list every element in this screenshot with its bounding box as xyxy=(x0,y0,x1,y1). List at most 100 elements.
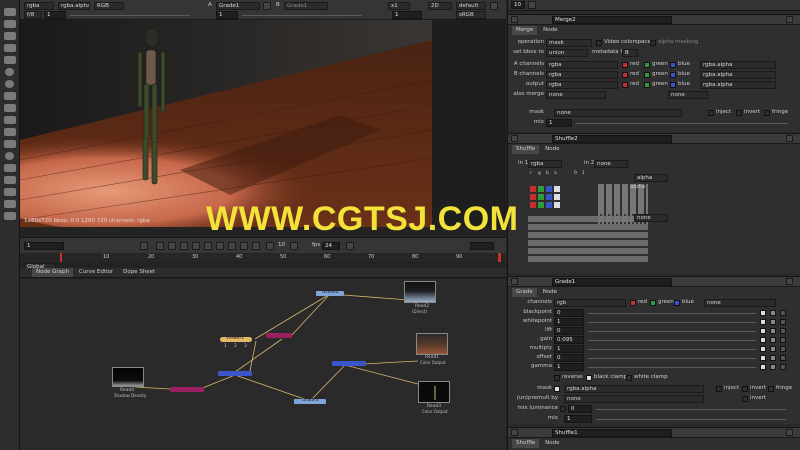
mix-luminance-checkbox[interactable] xyxy=(560,406,566,412)
keyer-icon[interactable] xyxy=(3,92,16,100)
tab-node[interactable]: Node xyxy=(541,145,563,154)
grade-mix-field[interactable]: 1 xyxy=(564,415,592,423)
red-checkbox[interactable] xyxy=(622,62,628,68)
grade-row-field[interactable]: 1 xyxy=(554,345,584,353)
draw-icon[interactable] xyxy=(3,32,16,40)
mask-dropdown[interactable]: none xyxy=(554,109,682,117)
merge-icon[interactable] xyxy=(3,104,16,112)
operation-dropdown[interactable]: mask xyxy=(546,39,592,47)
grade1-name-field[interactable]: Grade1 xyxy=(552,278,672,286)
tab-node[interactable]: Node xyxy=(539,288,561,297)
red-checkbox[interactable] xyxy=(622,82,628,88)
first-frame-button[interactable] xyxy=(156,242,164,250)
grade-row-color-picker[interactable] xyxy=(770,337,776,343)
grade-row-slider[interactable] xyxy=(588,358,756,359)
max-panels-field[interactable]: 10 xyxy=(511,1,525,9)
grade-row-color-swatch[interactable] xyxy=(760,328,766,334)
output1-dropdown[interactable]: alpha xyxy=(634,174,668,182)
grade-row-field[interactable]: 0.095 xyxy=(554,336,584,344)
merge2-name-field[interactable]: Merge2 xyxy=(552,16,672,24)
fps-field[interactable]: 24 xyxy=(322,242,340,250)
tab-shuffle[interactable]: Shuffle xyxy=(512,439,540,448)
grade-row-field[interactable]: 0 xyxy=(554,354,584,362)
frame-field[interactable]: 1 xyxy=(44,11,66,19)
colorspace-dropdown[interactable]: sRGB xyxy=(456,11,486,19)
unpremult-dropdown[interactable]: none xyxy=(564,395,704,403)
unpremult-invert-checkbox[interactable] xyxy=(742,396,748,402)
grade-row-color-swatch[interactable] xyxy=(760,337,766,343)
channel-row-dropdown[interactable]: rgba xyxy=(546,81,618,89)
green-checkbox[interactable] xyxy=(644,82,650,88)
grade-row-animation[interactable] xyxy=(780,346,786,352)
grade-row-color-picker[interactable] xyxy=(770,346,776,352)
grade-row-slider[interactable] xyxy=(588,340,756,341)
a-input-dropdown[interactable]: Grade1 xyxy=(216,2,260,10)
white-clamp-checkbox[interactable] xyxy=(626,375,632,381)
filter-icon[interactable] xyxy=(5,80,14,88)
timeline-ruler[interactable]: 10 20 30 40 50 60 70 80 90 xyxy=(20,253,506,262)
grade-row-animation[interactable] xyxy=(780,319,786,325)
tab-shuffle[interactable]: Shuffle xyxy=(512,145,540,154)
play-forward-button[interactable] xyxy=(216,242,224,250)
node-merge-magenta-1[interactable] xyxy=(266,333,292,338)
fringe-checkbox[interactable] xyxy=(764,110,770,116)
green-checkbox[interactable] xyxy=(644,62,650,68)
y-field[interactable]: 1 xyxy=(216,11,238,19)
read1-thumbnail[interactable] xyxy=(416,333,448,355)
last-frame-button[interactable] xyxy=(252,242,260,250)
grade-mask-dropdown[interactable]: rgba.alpha xyxy=(564,385,704,393)
grade-row-slider[interactable] xyxy=(588,367,756,368)
shuffle2-name-field[interactable]: Shuffle2 xyxy=(552,135,672,143)
mix-field[interactable]: 1 xyxy=(546,119,572,127)
step-forward-button[interactable] xyxy=(228,242,236,250)
black-clamp-checkbox[interactable] xyxy=(586,375,592,381)
green-checkbox[interactable] xyxy=(644,72,650,78)
grade-row-color-swatch[interactable] xyxy=(760,346,766,352)
reverse-checkbox[interactable] xyxy=(554,375,560,381)
alpha-channel-dropdown[interactable]: none xyxy=(704,299,776,307)
gizmo-icon[interactable] xyxy=(3,212,16,220)
channel-row-dropdown[interactable]: rgba xyxy=(546,61,618,69)
close-icon[interactable] xyxy=(786,278,793,285)
grade-row-animation[interactable] xyxy=(780,355,786,361)
shuffle-matrix-bottom[interactable] xyxy=(528,214,648,264)
toolsets-icon[interactable] xyxy=(3,176,16,184)
red-checkbox[interactable] xyxy=(630,300,636,306)
viewer-canvas[interactable]: 1280x720 bbox: 0 0 1280 720 channels: rg… xyxy=(20,20,506,227)
grade-row-color-picker[interactable] xyxy=(770,310,776,316)
grade-row-color-swatch[interactable] xyxy=(760,310,766,316)
grade-row-color-picker[interactable] xyxy=(770,364,776,370)
gain-field[interactable]: 1 xyxy=(392,11,422,19)
grade-mask-checkbox[interactable] xyxy=(554,386,560,392)
green-checkbox[interactable] xyxy=(650,300,656,306)
read4-thumbnail[interactable] xyxy=(112,367,144,387)
display-dropdown[interactable]: RGB xyxy=(94,2,124,10)
tab-node[interactable]: Node xyxy=(541,439,563,448)
stop-button[interactable] xyxy=(204,242,212,250)
grade-invert-checkbox[interactable] xyxy=(742,386,748,392)
end-frame-field[interactable] xyxy=(470,242,494,250)
tab-curve-editor[interactable]: Curve Editor xyxy=(75,268,117,277)
collapse-icon[interactable] xyxy=(511,429,518,436)
mix-luminance-slider[interactable] xyxy=(596,409,786,410)
grade-inject-checkbox[interactable] xyxy=(716,386,722,392)
channels-dropdown[interactable]: rgb xyxy=(554,299,626,307)
channel-dropdown[interactable]: rgba.alpha xyxy=(58,2,90,10)
wipe-button[interactable] xyxy=(263,2,271,10)
time-icon[interactable] xyxy=(3,44,16,52)
timeline-frame-field[interactable]: 1 xyxy=(24,242,64,250)
fstop-dropdown[interactable]: f/8 xyxy=(24,11,42,19)
blue-checkbox[interactable] xyxy=(670,62,676,68)
exposure-slider[interactable] xyxy=(70,15,190,16)
other-icon[interactable] xyxy=(3,188,16,196)
grade-row-slider[interactable] xyxy=(588,322,756,323)
transform-icon[interactable] xyxy=(3,116,16,124)
grade-row-slider[interactable] xyxy=(588,313,756,314)
close-icon[interactable] xyxy=(786,135,793,142)
in1-dropdown[interactable]: rgba xyxy=(528,160,562,168)
mix-luminance-field[interactable]: 0 xyxy=(568,405,592,413)
blue-checkbox[interactable] xyxy=(674,300,680,306)
grade-row-field[interactable]: 1 xyxy=(554,363,584,371)
inject-checkbox[interactable] xyxy=(708,110,714,116)
grade-row-color-picker[interactable] xyxy=(770,355,776,361)
